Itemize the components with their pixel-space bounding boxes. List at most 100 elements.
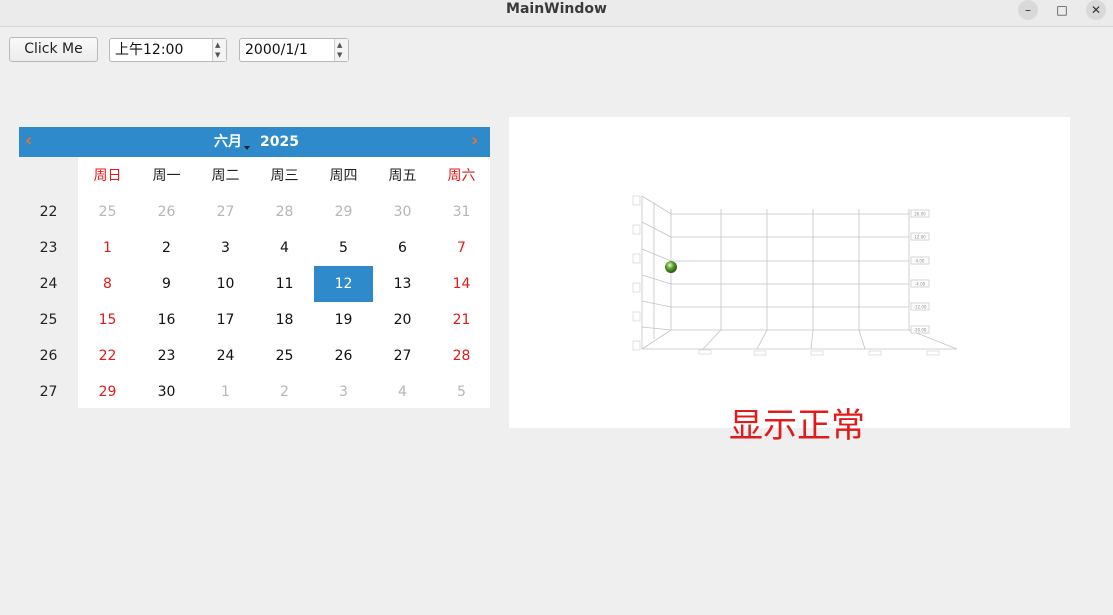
calendar-day[interactable]: 23 xyxy=(137,338,196,374)
calendar-day-other-month[interactable]: 31 xyxy=(432,194,491,230)
calendar-year-button[interactable]: 2025 xyxy=(260,127,299,158)
minimize-button[interactable]: – xyxy=(1018,0,1038,20)
date-edit[interactable]: 2000/1/1 ▲ ▼ xyxy=(239,38,349,62)
weekday-header: 周四 xyxy=(329,168,358,184)
calendar-day[interactable]: 10 xyxy=(196,266,255,302)
weekday-header: 周六 xyxy=(447,168,476,184)
calendar-day[interactable]: 6 xyxy=(373,230,432,266)
weekday-header: 周一 xyxy=(152,168,181,184)
calendar-day[interactable]: 24 xyxy=(196,338,255,374)
weekday-header: 周二 xyxy=(211,168,240,184)
calendar-day[interactable]: 30 xyxy=(137,374,196,410)
scatter-3d-chart: 20.00 12.00 4.00 -4.00 -12.00 -20.00 xyxy=(632,195,958,356)
week-number: 23 xyxy=(39,240,58,256)
calendar-day[interactable]: 16 xyxy=(137,302,196,338)
axis-tick-box xyxy=(810,350,824,356)
time-value: 上午12:00 xyxy=(115,42,184,58)
grid-line xyxy=(641,329,672,350)
maximize-button[interactable]: □ xyxy=(1052,0,1072,20)
calendar-month-button[interactable]: 六月 xyxy=(214,127,242,158)
axis-label: -4.00 xyxy=(915,282,926,287)
calendar-day[interactable]: 3 xyxy=(196,230,255,266)
date-spin-arrows[interactable]: ▲ ▼ xyxy=(334,39,348,61)
calendar-day-other-month[interactable]: 28 xyxy=(255,194,314,230)
triangle-up-icon[interactable]: ▲ xyxy=(337,41,342,49)
calendar-day[interactable]: 27 xyxy=(373,338,432,374)
calendar-day-other-month[interactable]: 25 xyxy=(78,194,137,230)
triangle-down-icon[interactable]: ▼ xyxy=(337,51,342,59)
axis-label: 4.00 xyxy=(916,259,925,264)
calendar-day[interactable]: 1 xyxy=(78,230,137,266)
grid-line xyxy=(641,248,672,262)
calendar-day-other-month[interactable]: 5 xyxy=(432,374,491,410)
time-spin-arrows[interactable]: ▲ ▼ xyxy=(212,39,226,61)
axis-tick-box xyxy=(698,349,712,355)
axis-label: 20.00 xyxy=(914,212,926,217)
chart-3d-view[interactable]: 20.00 12.00 4.00 -4.00 -12.00 -20.00 xyxy=(509,117,1070,428)
calendar-day[interactable]: 28 xyxy=(432,338,491,374)
chevron-down-icon[interactable] xyxy=(244,146,250,150)
weekday-header: 周五 xyxy=(388,168,417,184)
calendar-day-other-month[interactable]: 3 xyxy=(314,374,373,410)
close-button[interactable]: ✕ xyxy=(1086,0,1106,20)
calendar-day[interactable]: 29 xyxy=(78,374,137,410)
calendar-day-other-month[interactable]: 30 xyxy=(373,194,432,230)
calendar-day[interactable]: 14 xyxy=(432,266,491,302)
axis-label: 12.00 xyxy=(914,235,926,240)
chevron-right-icon[interactable]: › xyxy=(471,130,478,152)
calendar-day[interactable]: 4 xyxy=(255,230,314,266)
calendar-day-other-month[interactable]: 29 xyxy=(314,194,373,230)
calendar-day-other-month[interactable]: 27 xyxy=(196,194,255,230)
chevron-left-icon[interactable]: ‹ xyxy=(25,130,32,152)
calendar-day[interactable]: 17 xyxy=(196,302,255,338)
axis-tick-box xyxy=(632,253,641,264)
grid-line xyxy=(858,329,866,350)
week-number: 25 xyxy=(39,312,58,328)
click-me-button[interactable]: Click Me xyxy=(9,37,98,62)
grid-line xyxy=(641,274,672,285)
time-edit[interactable]: 上午12:00 ▲ ▼ xyxy=(109,38,227,62)
triangle-up-icon[interactable]: ▲ xyxy=(215,41,220,49)
grid-line xyxy=(641,221,672,238)
calendar-day[interactable]: 22 xyxy=(78,338,137,374)
title-bar: MainWindow – □ ✕ xyxy=(0,0,1113,27)
axis-label: -12.00 xyxy=(914,305,927,310)
grid-line xyxy=(810,329,814,350)
calendar-day[interactable]: 26 xyxy=(314,338,373,374)
calendar-day[interactable]: 21 xyxy=(432,302,491,338)
axis-tick-box xyxy=(632,282,641,293)
weekday-header: 周日 xyxy=(93,168,122,184)
calendar-day[interactable]: 8 xyxy=(78,266,137,302)
axis-tick-box xyxy=(632,224,641,235)
week-number: 24 xyxy=(39,276,58,292)
status-label: 显示正常 xyxy=(729,406,865,446)
calendar-day[interactable]: 15 xyxy=(78,302,137,338)
calendar-day-other-month[interactable]: 1 xyxy=(196,374,255,410)
calendar-day[interactable]: 7 xyxy=(432,230,491,266)
calendar-day-other-month[interactable]: 4 xyxy=(373,374,432,410)
calendar-day-other-month[interactable]: 2 xyxy=(255,374,314,410)
axis-tick-box xyxy=(926,350,940,356)
calendar-day[interactable]: 11 xyxy=(255,266,314,302)
data-point xyxy=(665,261,677,273)
calendar-day[interactable]: 2 xyxy=(137,230,196,266)
calendar-day[interactable]: 9 xyxy=(137,266,196,302)
calendar-day[interactable]: 18 xyxy=(255,302,314,338)
triangle-down-icon[interactable]: ▼ xyxy=(215,51,220,59)
calendar-day-selected[interactable]: 12 xyxy=(314,266,373,302)
week-number: 27 xyxy=(39,384,58,400)
grid-line xyxy=(641,300,672,308)
calendar-widget[interactable]: ‹ 六月 2025 › 周日 周一 周二 周三 周四 周五 周六 22 23 24 25 26 27 25… xyxy=(19,127,490,408)
window-title: MainWindow xyxy=(506,1,607,17)
date-value: 2000/1/1 xyxy=(245,42,308,58)
calendar-day-other-month[interactable]: 26 xyxy=(137,194,196,230)
grid-line xyxy=(756,329,768,350)
week-number: 26 xyxy=(39,348,58,364)
grid-line xyxy=(641,326,672,331)
calendar-day[interactable]: 19 xyxy=(314,302,373,338)
calendar-day[interactable]: 13 xyxy=(373,266,432,302)
calendar-day[interactable]: 5 xyxy=(314,230,373,266)
axis-label: -20.00 xyxy=(914,328,927,333)
calendar-day[interactable]: 20 xyxy=(373,302,432,338)
calendar-day[interactable]: 25 xyxy=(255,338,314,374)
